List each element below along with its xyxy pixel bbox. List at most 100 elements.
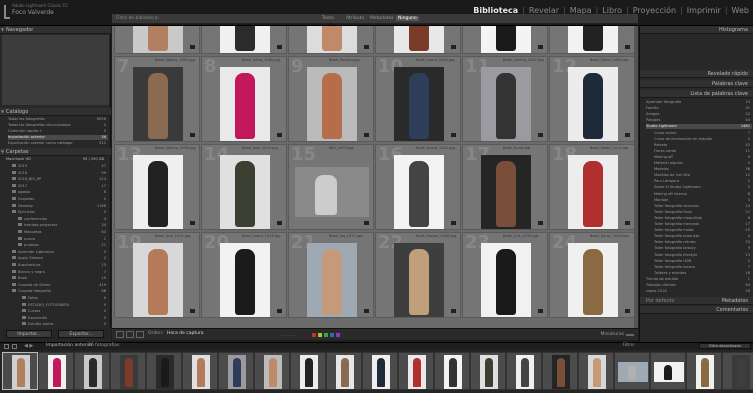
- grid-cell[interactable]: 18 Book_Maite_1014.jpg: [549, 144, 635, 230]
- folder-item[interactable]: Carpeta fotografía 66: [12, 289, 108, 294]
- keyword-item[interactable]: Making off interno 8: [654, 192, 752, 197]
- filmstrip-thumbnail[interactable]: [650, 352, 686, 390]
- loupe-view-icon[interactable]: [126, 331, 134, 338]
- folder-item[interactable]: pruebas 21: [18, 243, 108, 248]
- keyword-item[interactable]: Making off 9: [654, 155, 752, 160]
- catalog-item[interactable]: Colección rápida + 0: [8, 129, 108, 134]
- grid-cell[interactable]: 7 Book_Mayka_1002.jpg: [114, 56, 200, 142]
- grid-cell[interactable]: 24 Book_Saray_1020.jpg: [549, 232, 635, 318]
- grid-cell[interactable]: 23 Book_Cris_1019.jpg: [462, 232, 548, 318]
- grid-cell[interactable]: 13 Book_Marina_1009.jpg: [114, 144, 200, 230]
- grid-cell[interactable]: 16 Book_David_1012.jpg: [375, 144, 461, 230]
- rating-stars[interactable]: · · · · ·: [282, 333, 296, 339]
- folder-item[interactable]: 2015 47: [12, 164, 108, 169]
- grid-cell[interactable]: 12 Book_Maria_1006.jpg: [549, 56, 635, 142]
- filmstrip-thumbnail[interactable]: [110, 352, 146, 390]
- keyword-item[interactable]: Modelos 36: [654, 167, 752, 172]
- catalog-panel-header[interactable]: ▼ Catálogo: [0, 108, 111, 116]
- filmstrip-thumbnail[interactable]: [686, 352, 722, 390]
- keyword-item[interactable]: Curso de iluminación en estudio 3: [654, 137, 752, 142]
- keyword-item[interactable]: Montaje 3: [654, 198, 752, 203]
- grid-view-icon[interactable]: [116, 331, 124, 338]
- filmstrip-thumbnail[interactable]: [2, 352, 38, 390]
- filter-tab-ninguno[interactable]: Ninguno: [396, 16, 419, 21]
- folder-item[interactable]: Book 10: [12, 276, 108, 281]
- keyword-item[interactable]: viajes 2016 26: [646, 289, 752, 294]
- filmstrip-thumbnail[interactable]: [254, 352, 290, 390]
- folders-panel-header[interactable]: ▼ Carpetas: [0, 148, 111, 156]
- filmstrip-thumbnail[interactable]: [614, 352, 650, 390]
- keyword-item[interactable]: Taller fotografía mercado 17: [654, 222, 752, 227]
- filmstrip-thumbnail[interactable]: [218, 352, 254, 390]
- keywording-header[interactable]: Palabras clave: [640, 80, 753, 88]
- grid-cell[interactable]: [201, 26, 287, 54]
- keyword-item[interactable]: Amigos 22: [646, 112, 752, 117]
- folder-item[interactable]: Fotos 0: [22, 296, 108, 301]
- keyword-item[interactable]: Tienda de estudio 1: [646, 277, 752, 282]
- folder-item[interactable]: Arquitectura 15: [12, 263, 108, 268]
- catalog-item[interactable]: Todas las fotografías sincronizadas 0: [8, 123, 108, 128]
- filmstrip-thumbnail[interactable]: [182, 352, 218, 390]
- grid-cell[interactable]: 14 Book_Jose_1010.jpg: [201, 144, 287, 230]
- keyword-item[interactable]: Taller fotografía retrato 33: [654, 240, 752, 245]
- keyword-item[interactable]: Taller fotografía maquillaje 6: [654, 216, 752, 221]
- grid-cell[interactable]: [375, 26, 461, 54]
- keyword-item[interactable]: Paisajes 44: [646, 118, 752, 123]
- grid-cell[interactable]: 10 Book_Laura_1004.jpg: [375, 56, 461, 142]
- filmstrip-thumbnail[interactable]: [506, 352, 542, 390]
- keyword-list-header[interactable]: Lista de palabras clave: [640, 90, 753, 98]
- keyword-item[interactable]: Modelos de Ilus Vita 12: [654, 173, 752, 178]
- keyword-item[interactable]: Talleres y eventos 18: [654, 271, 752, 276]
- grid-icon[interactable]: [12, 344, 17, 349]
- grid-cell[interactable]: 11 Book_Lorena_1007.jpg: [462, 56, 548, 142]
- filmstrip-thumbnail[interactable]: [542, 352, 578, 390]
- sort-order-dropdown[interactable]: Hora de captura: [167, 331, 204, 336]
- grid-cell[interactable]: [549, 26, 635, 54]
- grid-cell[interactable]: [114, 26, 200, 54]
- metadata-header[interactable]: Por defecto Metadatos: [640, 297, 753, 305]
- grid-cell[interactable]: [288, 26, 374, 54]
- comments-header[interactable]: Comentarios: [640, 306, 753, 314]
- folder-item[interactable]: 2016_BIS_RP 124: [12, 177, 108, 182]
- module-imprimir[interactable]: Imprimir: [687, 6, 721, 15]
- navigator-preview[interactable]: [2, 35, 109, 105]
- folder-item[interactable]: agosto 6: [12, 190, 108, 195]
- keyword-item[interactable]: Taller fotografía desnudo 14: [654, 204, 752, 209]
- grid-cell[interactable]: 15 IMG_5472.jpg: [288, 144, 374, 230]
- keyword-item[interactable]: Taller fotografía flash 21: [654, 210, 752, 215]
- grid-cell[interactable]: 19 Book_Ana_1015.jpg: [114, 232, 200, 318]
- filter-tab-atributo[interactable]: Atributo: [346, 16, 364, 21]
- keyword-item[interactable]: Flores verde 11: [654, 149, 752, 154]
- keyword-item[interactable]: Taller fotografía moda 25: [654, 228, 752, 233]
- grid-cell[interactable]: 9 Book_Tamara.jpg: [288, 56, 374, 142]
- folder-item[interactable]: Carpeta de último 419: [12, 282, 108, 288]
- filmstrip-source[interactable]: Importación anterior: [46, 342, 92, 350]
- filter-tab-texto[interactable]: Texto: [322, 16, 334, 21]
- secondary-window-icon[interactable]: [4, 344, 9, 349]
- folder-item[interactable]: ESTUDIO_FOTOGRAFÍA 0: [22, 302, 108, 308]
- folder-item[interactable]: Desktop 1166: [12, 203, 108, 209]
- grid-scrollbar[interactable]: [634, 26, 638, 328]
- module-web[interactable]: Web: [732, 6, 749, 15]
- folder-item[interactable]: Blanco y negro 7: [12, 269, 108, 275]
- thumbnail-size-slider[interactable]: [626, 334, 634, 336]
- keyword-item[interactable]: Retrato 52: [654, 143, 752, 148]
- color-label-red[interactable]: [312, 333, 316, 337]
- catalog-item[interactable]: Todas las fotografías 8956: [8, 117, 108, 122]
- grid-cell[interactable]: 22 Book_Mayka_1018.jpg: [375, 232, 461, 318]
- compare-view-icon[interactable]: [136, 331, 144, 338]
- folder-item[interactable]: Carpetas 0: [12, 197, 108, 202]
- nav-arrows-icon[interactable]: ◀ ▶: [24, 343, 33, 349]
- catalog-item[interactable]: Importación anterior 36: [8, 135, 108, 140]
- folder-item[interactable]: Exposición 0: [22, 315, 108, 321]
- folder-item[interactable]: Cursos 0: [22, 309, 108, 314]
- filmstrip-thumbnail[interactable]: [722, 352, 753, 390]
- grid-cell[interactable]: 20 Book_Laura_1016.jpg: [201, 232, 287, 318]
- color-label-yellow[interactable]: [318, 333, 322, 337]
- keyword-item[interactable]: Material alquiler 4: [654, 161, 752, 166]
- folder-item[interactable]: 2016 99: [12, 170, 108, 176]
- folder-item[interactable]: hashtag proyectos 34: [18, 223, 108, 228]
- module-proyeccin[interactable]: Proyección: [633, 6, 676, 15]
- filmstrip-thumbnail[interactable]: [146, 352, 182, 390]
- folder-item[interactable]: conferencias 4: [18, 216, 108, 222]
